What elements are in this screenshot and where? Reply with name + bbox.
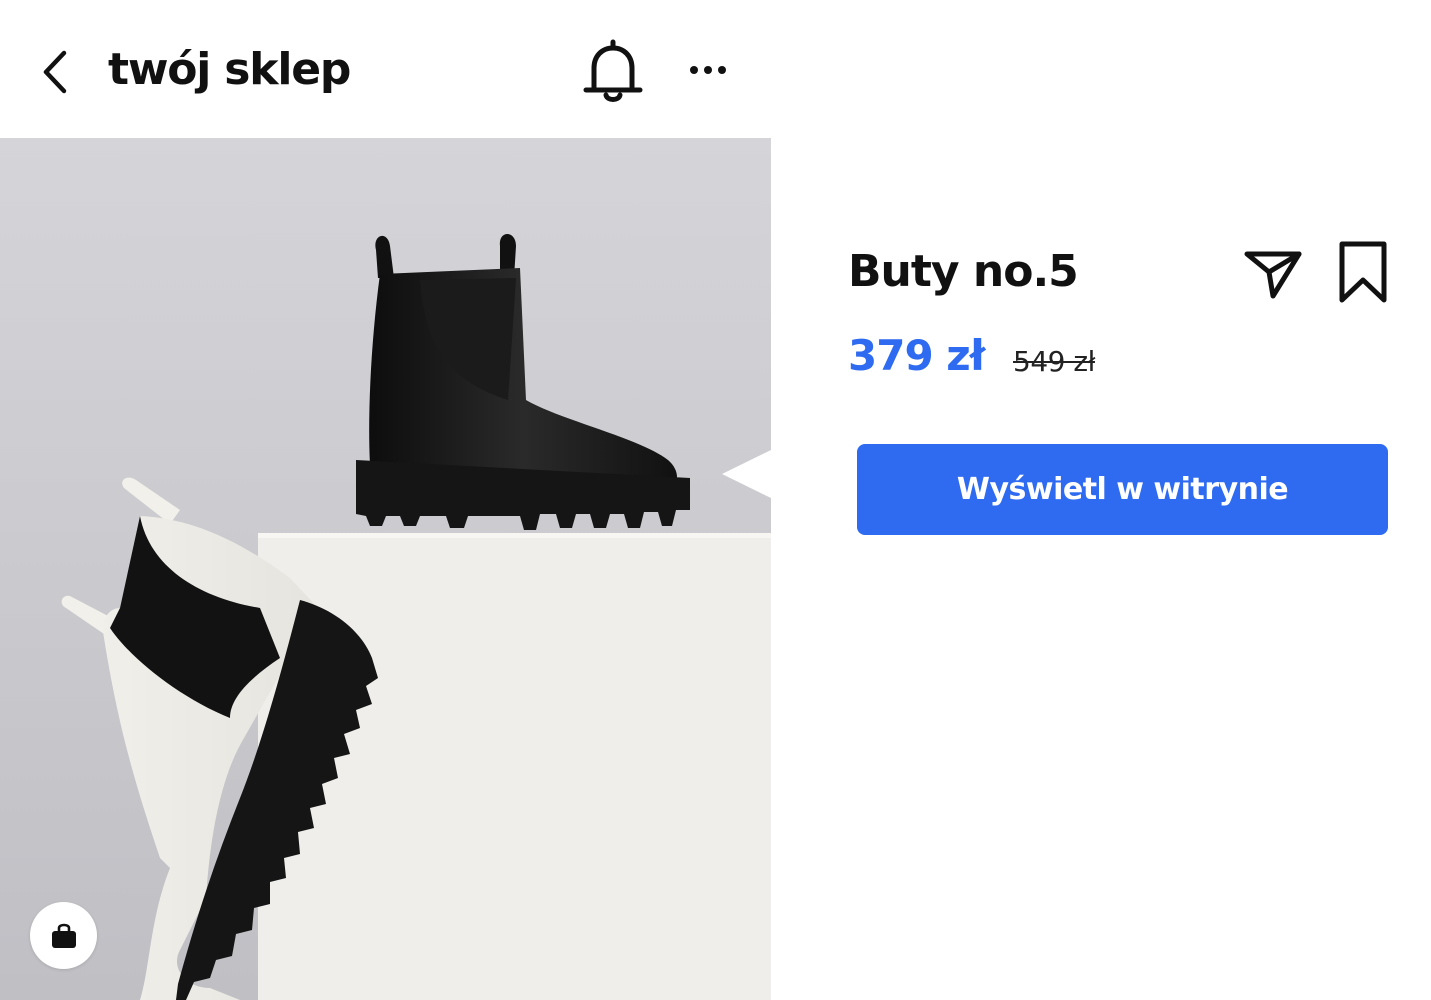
- bookmark-icon: [1339, 241, 1387, 303]
- original-price: 549 zł: [1013, 345, 1096, 378]
- notifications-button[interactable]: [578, 36, 648, 108]
- view-in-store-button[interactable]: Wyświetl w witrynie: [857, 444, 1388, 535]
- save-button[interactable]: [1330, 236, 1396, 308]
- app-header: twój sklep: [0, 0, 771, 138]
- back-button[interactable]: [30, 44, 80, 100]
- current-price: 379 zł: [848, 331, 985, 380]
- send-icon: [1244, 251, 1302, 299]
- shopping-bag-button[interactable]: [30, 902, 97, 969]
- bell-icon: [583, 39, 643, 102]
- share-button[interactable]: [1236, 240, 1310, 306]
- store-title: twój sklep: [108, 44, 351, 95]
- product-name: Buty no.5: [848, 246, 1079, 297]
- more-options-button[interactable]: [680, 48, 736, 92]
- product-image[interactable]: [0, 138, 771, 1000]
- shopping-bag-icon: [51, 923, 76, 948]
- ellipsis-icon: [690, 66, 726, 74]
- chevron-left-icon: [43, 50, 67, 94]
